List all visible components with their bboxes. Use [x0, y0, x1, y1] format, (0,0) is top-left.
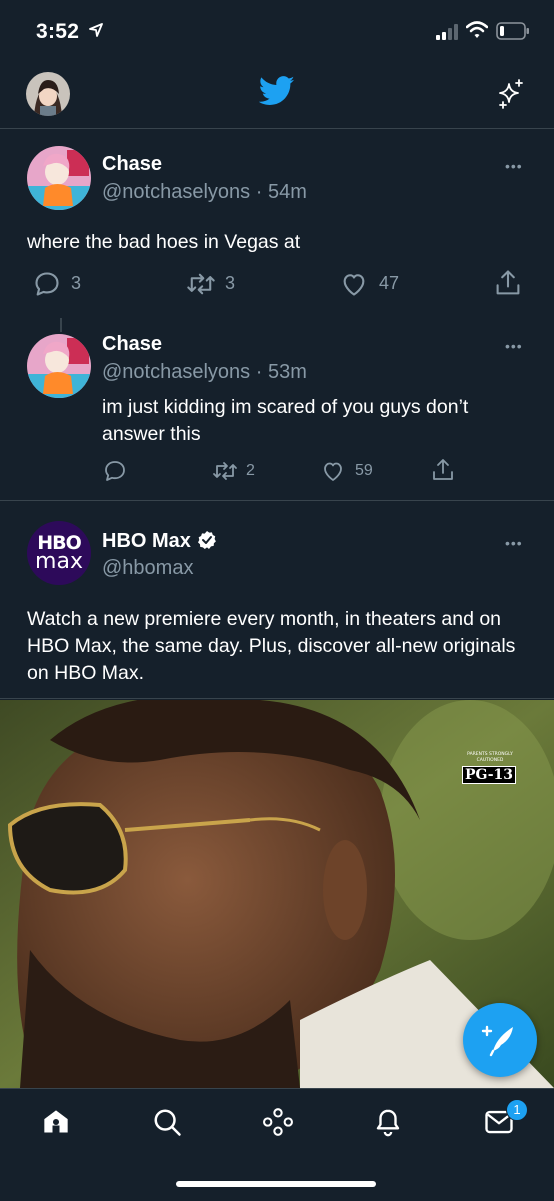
notifications-icon[interactable] [373, 1107, 403, 1137]
promoted-author-name[interactable]: HBO Max [102, 530, 217, 553]
signal-icon [436, 24, 458, 40]
location-arrow-icon [89, 23, 104, 37]
retweet-count: 2 [246, 462, 255, 479]
like-count: 59 [355, 462, 373, 479]
tweet-author-name[interactable]: Chase [102, 333, 162, 356]
search-icon[interactable] [152, 1107, 182, 1137]
reply-icon[interactable] [103, 459, 127, 483]
thread-connector [60, 318, 62, 332]
rating-label: PG-13 [462, 766, 516, 784]
like-icon[interactable] [340, 270, 368, 298]
status-time: 3:52 [36, 20, 104, 44]
home-icon[interactable] [42, 1108, 70, 1136]
spaces-icon[interactable] [262, 1107, 294, 1137]
rating-caption: PARENTS STRONGLY CAUTIONED [467, 752, 513, 763]
more-icon[interactable]: ••• [505, 338, 523, 354]
share-icon[interactable] [494, 268, 522, 298]
promoted-author-handle: @hbomax [102, 557, 194, 579]
retweet-icon[interactable] [186, 270, 216, 298]
tweet-author-handle: @notchaselyons · 53m [102, 361, 307, 383]
tweet-avatar[interactable] [27, 334, 91, 398]
tweet-divider [0, 500, 554, 501]
twitter-bird-icon[interactable] [259, 76, 295, 106]
tweet-avatar[interactable] [27, 146, 91, 210]
more-icon[interactable]: ••• [505, 535, 523, 551]
retweet-icon[interactable] [212, 459, 238, 483]
sparkle-icon[interactable] [494, 78, 526, 110]
messages-badge: 1 [506, 1099, 528, 1121]
home-indicator[interactable] [176, 1181, 376, 1187]
like-count: 47 [379, 273, 400, 293]
share-icon[interactable] [431, 457, 455, 483]
hbomax-avatar[interactable]: HBO max [27, 521, 91, 585]
tweet-text: where the bad hoes in Vegas at [27, 231, 301, 253]
rating-badge: PARENTS STRONGLY CAUTIONED PG-13 [462, 752, 518, 784]
tweet-time: · 53m [255, 361, 307, 383]
tweet-author-handle: @notchaselyons · 54m [102, 181, 307, 203]
reply-count: 3 [71, 273, 82, 293]
reply-icon[interactable] [33, 270, 61, 298]
profile-avatar[interactable] [26, 72, 70, 116]
battery-icon [496, 22, 530, 40]
header-divider [0, 128, 554, 129]
more-icon[interactable]: ••• [505, 158, 523, 174]
hbomax-logo-line2: max [35, 549, 83, 574]
compose-button[interactable] [463, 1003, 537, 1077]
wifi-icon [466, 21, 488, 39]
tweet-text: im just kidding im scared of you guys do… [102, 396, 469, 445]
compose-icon [481, 1025, 513, 1057]
like-icon[interactable] [321, 459, 345, 483]
promoted-text: Watch a new premiere every month, in the… [27, 608, 516, 684]
retweet-count: 3 [225, 273, 236, 293]
verified-icon [197, 530, 217, 550]
tweet-time: · 54m [255, 181, 307, 203]
tweet-author-name[interactable]: Chase [102, 153, 162, 176]
media-divider [0, 698, 554, 699]
